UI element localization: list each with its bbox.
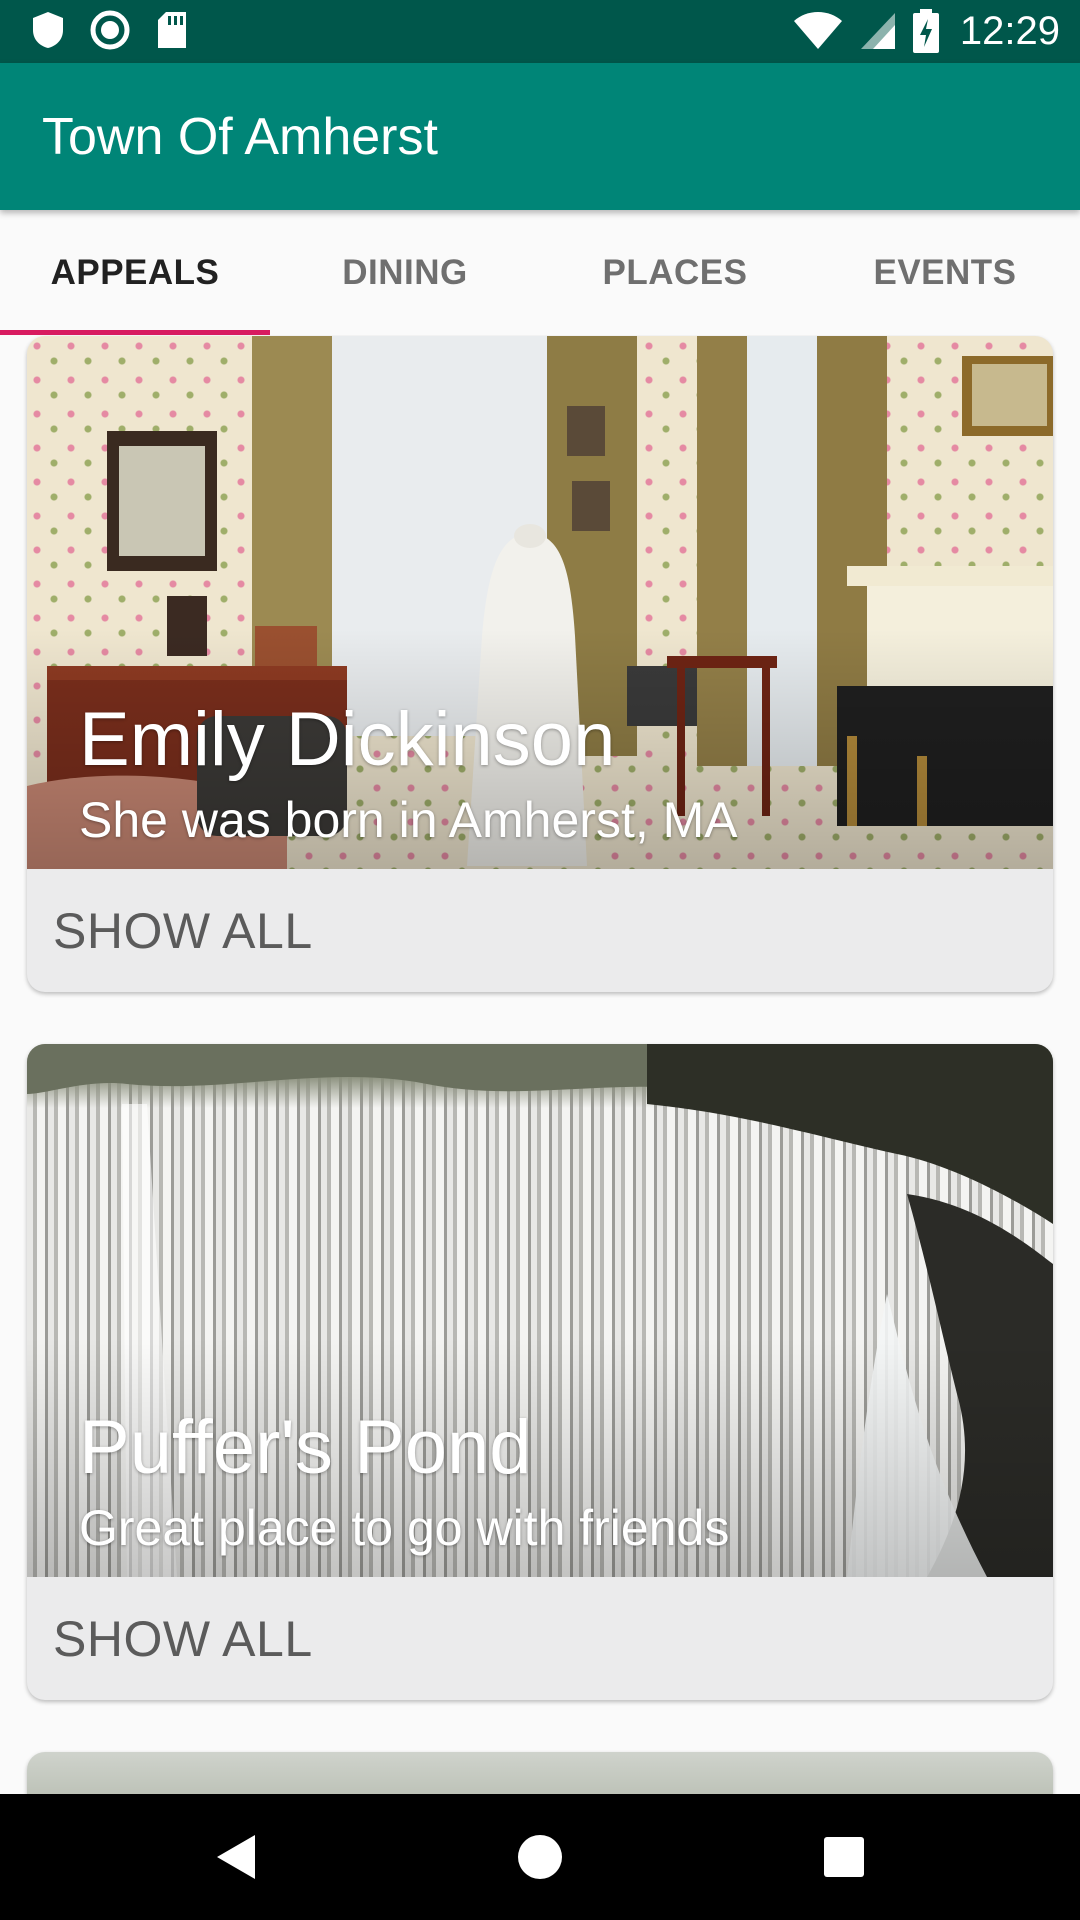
tab-label: PLACES (602, 252, 748, 292)
tab-places[interactable]: PLACES (540, 210, 810, 335)
back-icon[interactable] (208, 1829, 264, 1885)
battery-charging-icon (912, 9, 940, 53)
tab-dining[interactable]: DINING (270, 210, 540, 335)
status-bar: 12:29 (0, 0, 1080, 63)
home-icon[interactable] (512, 1829, 568, 1885)
show-all-button[interactable]: SHOW ALL (27, 1577, 1053, 1700)
tab-events[interactable]: EVENTS (810, 210, 1080, 335)
circle-icon (90, 10, 130, 50)
card-list[interactable]: Emily Dickinson She was born in Amherst,… (0, 335, 1080, 1795)
tab-label: APPEALS (50, 252, 220, 292)
tab-label: EVENTS (873, 252, 1017, 292)
card-puffers-pond[interactable]: Puffer's Pond Great place to go with fri… (27, 1044, 1053, 1700)
card-subtitle: Great place to go with friends (79, 1500, 730, 1556)
card-emily-dickinson[interactable]: Emily Dickinson She was born in Amherst,… (27, 336, 1053, 992)
card-subtitle: She was born in Amherst, MA (79, 792, 738, 848)
tab-bar: APPEALS DINING PLACES EVENTS (0, 210, 1080, 335)
app-title: Town Of Amherst (42, 108, 438, 166)
sd-card-icon (152, 10, 192, 50)
card-title: Puffer's Pond (79, 1405, 532, 1490)
card-image: Puffer's Pond Great place to go with fri… (27, 1044, 1053, 1577)
tab-label: DINING (342, 252, 468, 292)
signal-icon (858, 11, 898, 51)
app-bar: Town Of Amherst (0, 63, 1080, 210)
recents-icon[interactable] (816, 1829, 872, 1885)
tab-appeals[interactable]: APPEALS (0, 210, 270, 335)
card-image: Emily Dickinson She was born in Amherst,… (27, 336, 1053, 869)
wifi-icon (792, 11, 844, 51)
card-image (27, 1752, 1053, 1795)
status-time: 12:29 (959, 9, 1060, 53)
shield-icon (28, 10, 68, 50)
navigation-bar (0, 1794, 1080, 1920)
card-partial[interactable] (27, 1752, 1053, 1795)
tab-indicator (0, 330, 270, 335)
show-all-button[interactable]: SHOW ALL (27, 869, 1053, 992)
card-title: Emily Dickinson (79, 697, 616, 782)
